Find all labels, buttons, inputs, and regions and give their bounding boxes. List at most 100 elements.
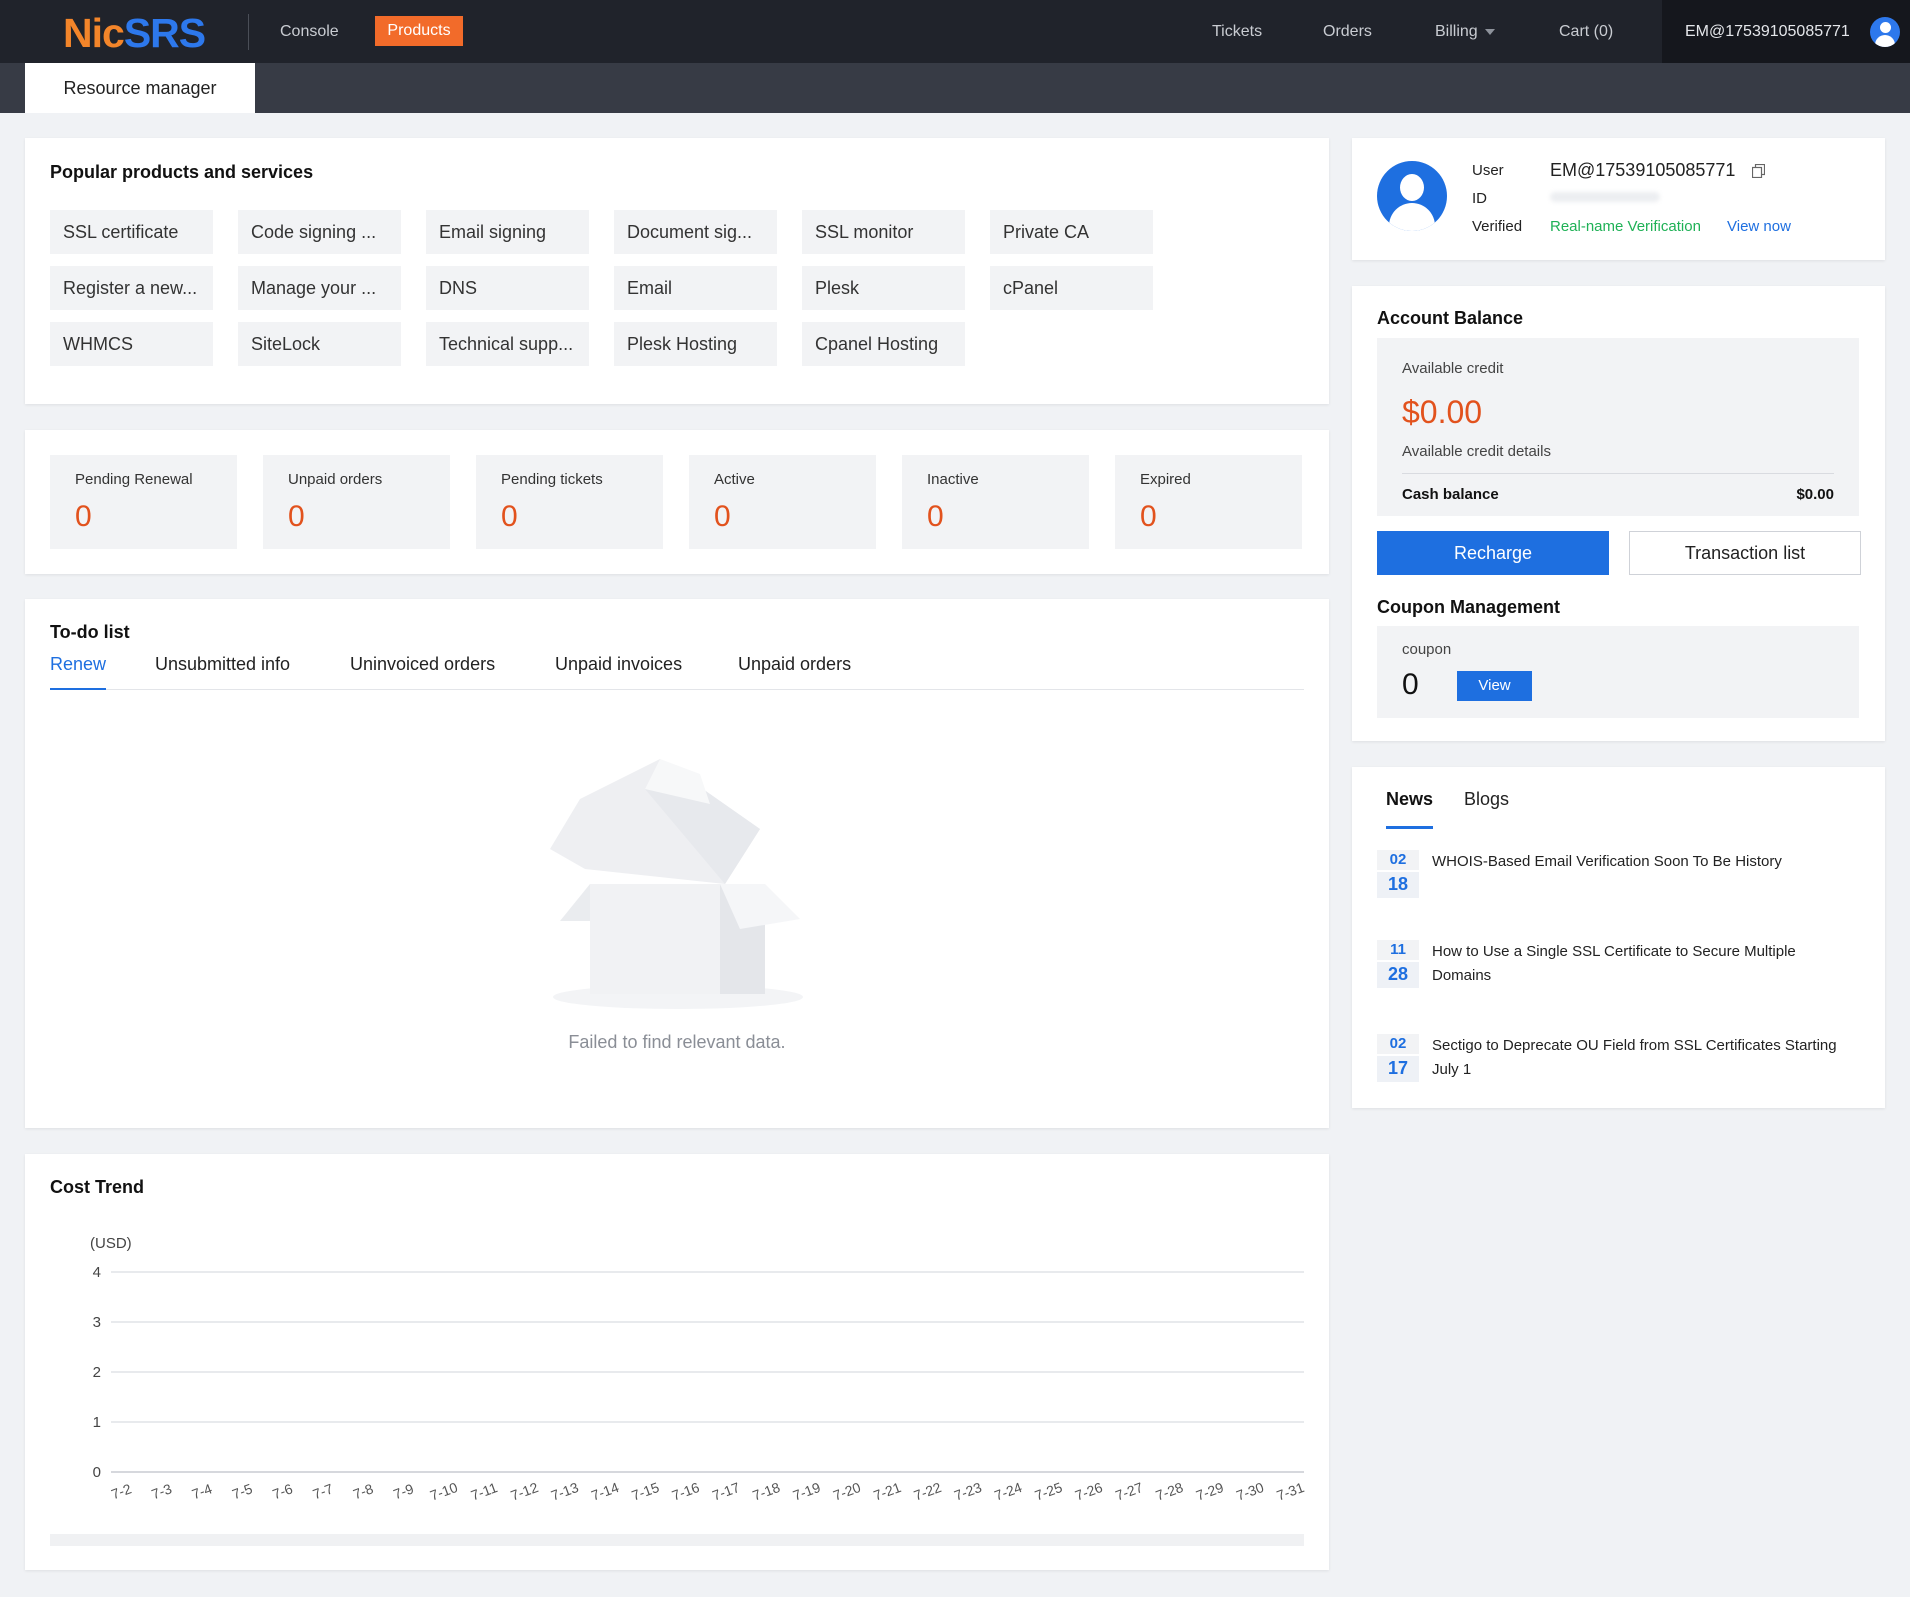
product-item[interactable]: WHMCS bbox=[50, 322, 213, 366]
chart-x-tick: 7-5 bbox=[230, 1480, 255, 1502]
account-balance-title: Account Balance bbox=[1377, 308, 1524, 328]
product-item[interactable]: Register a new... bbox=[50, 266, 213, 310]
chart-x-tick: 7-27 bbox=[1113, 1479, 1145, 1504]
product-item[interactable]: SSL monitor bbox=[802, 210, 965, 254]
chart-x-tick: 7-8 bbox=[351, 1480, 376, 1502]
product-item[interactable]: Private CA bbox=[990, 210, 1153, 254]
nav-billing[interactable]: Billing bbox=[1435, 0, 1495, 63]
product-item[interactable]: Email bbox=[614, 266, 777, 310]
chart-x-tick: 7-2 bbox=[109, 1480, 134, 1502]
todo-tab[interactable]: Renew bbox=[50, 654, 107, 690]
product-item[interactable]: SSL certificate bbox=[50, 210, 213, 254]
available-credit-details-link[interactable]: Available credit details bbox=[1402, 443, 1551, 460]
todo-tab[interactable]: Unpaid orders bbox=[738, 654, 851, 690]
balance-box: Available credit $0.00 Available credit … bbox=[1377, 338, 1859, 516]
nav-cart[interactable]: Cart (0) bbox=[1559, 0, 1613, 63]
product-item[interactable]: Plesk bbox=[802, 266, 965, 310]
product-item[interactable]: Technical supp... bbox=[426, 322, 589, 366]
todo-tab[interactable]: Unsubmitted info bbox=[155, 654, 290, 690]
nav-products[interactable]: Products bbox=[375, 16, 463, 46]
news-day: 28 bbox=[1377, 960, 1419, 988]
chart-x-tick: 7-31 bbox=[1274, 1479, 1306, 1504]
copy-icon[interactable] bbox=[1752, 164, 1765, 178]
chart-scrollbar[interactable] bbox=[50, 1534, 1304, 1546]
transaction-list-button[interactable]: Transaction list bbox=[1629, 531, 1861, 575]
user-email: EM@17539105085771 bbox=[1685, 23, 1850, 40]
stat-label: Active bbox=[714, 471, 755, 488]
nav-orders[interactable]: Orders bbox=[1323, 0, 1372, 63]
chart-x-tick: 7-10 bbox=[428, 1479, 460, 1504]
chart-x-tick: 7-4 bbox=[190, 1480, 215, 1502]
popular-products-card: Popular products and services SSL certif… bbox=[25, 138, 1329, 404]
stat-value: 0 bbox=[75, 500, 92, 533]
todo-tab[interactable]: Uninvoiced orders bbox=[350, 654, 495, 690]
stat-card[interactable]: Inactive 0 bbox=[902, 455, 1089, 549]
cost-trend-card: Cost Trend (USD) 0 1 2 3 4 7-2 7-3 7-4 7-5 7-6 7-7 7… bbox=[25, 1154, 1329, 1570]
stat-value: 0 bbox=[501, 500, 518, 533]
verification-status: Real-name Verification bbox=[1550, 218, 1701, 235]
news-date: 02 18 bbox=[1377, 850, 1419, 898]
recharge-button[interactable]: Recharge bbox=[1377, 531, 1609, 575]
profile-avatar-icon bbox=[1377, 161, 1447, 231]
chevron-down-icon bbox=[1484, 28, 1495, 35]
chart-y-tick: 0 bbox=[93, 1464, 101, 1481]
coupon-view-button[interactable]: View bbox=[1457, 671, 1532, 701]
stat-label: Pending Renewal bbox=[75, 471, 193, 488]
product-item[interactable]: DNS bbox=[426, 266, 589, 310]
news-date: 11 28 bbox=[1377, 940, 1419, 988]
chart-x-tick: 7-25 bbox=[1033, 1479, 1065, 1504]
nicsrs-logo[interactable]: NicSRS bbox=[63, 10, 206, 57]
stat-value: 0 bbox=[288, 500, 305, 533]
product-item[interactable]: cPanel bbox=[990, 266, 1153, 310]
chart-x-tick: 7-12 bbox=[508, 1479, 540, 1504]
nav-console[interactable]: Console bbox=[280, 0, 339, 63]
chart-x-tick: 7-23 bbox=[952, 1479, 984, 1504]
stat-label: Pending tickets bbox=[501, 471, 603, 488]
stat-card[interactable]: Pending Renewal 0 bbox=[50, 455, 237, 549]
chart-y-tick: 1 bbox=[93, 1414, 101, 1431]
tab-resource-manager[interactable]: Resource manager bbox=[25, 63, 255, 113]
chart-x-tick: 7-30 bbox=[1234, 1479, 1266, 1504]
stat-card[interactable]: Active 0 bbox=[689, 455, 876, 549]
nav-tickets[interactable]: Tickets bbox=[1212, 0, 1262, 63]
news-date: 02 17 bbox=[1377, 1034, 1419, 1082]
top-navbar: NicSRS Console Products Tickets Orders B… bbox=[0, 0, 1910, 63]
tab-blogs[interactable]: Blogs bbox=[1464, 789, 1509, 829]
stat-card[interactable]: Unpaid orders 0 bbox=[263, 455, 450, 549]
product-item[interactable]: Manage your ... bbox=[238, 266, 401, 310]
chart-x-tick: 7-26 bbox=[1073, 1479, 1105, 1504]
stat-value: 0 bbox=[714, 500, 731, 533]
account-balance-card: Account Balance Available credit $0.00 A… bbox=[1352, 286, 1885, 741]
chart-y-tick: 3 bbox=[93, 1314, 101, 1331]
chart-x-tick: 7-17 bbox=[710, 1479, 742, 1504]
status-summary-card: Pending Renewal 0 Unpaid orders 0 Pending ti… bbox=[25, 430, 1329, 574]
chart-x-tick: 7-21 bbox=[871, 1479, 903, 1504]
product-item[interactable]: Document sig... bbox=[614, 210, 777, 254]
divider bbox=[1402, 473, 1834, 474]
chart-x-tick: 7-24 bbox=[992, 1479, 1024, 1504]
product-item[interactable]: Code signing ... bbox=[238, 210, 401, 254]
stat-label: Expired bbox=[1140, 471, 1191, 488]
user-menu[interactable]: EM@17539105085771 bbox=[1662, 0, 1910, 63]
cash-balance-value: $0.00 bbox=[1796, 486, 1834, 503]
view-now-link[interactable]: View now bbox=[1727, 218, 1791, 235]
nav-divider bbox=[248, 14, 249, 50]
product-item[interactable]: Email signing bbox=[426, 210, 589, 254]
stat-card[interactable]: Pending tickets 0 bbox=[476, 455, 663, 549]
stat-value: 0 bbox=[1140, 500, 1157, 533]
sub-navbar: Resource manager bbox=[0, 63, 1910, 113]
news-card: News Blogs 02 18 WHOIS-Based Email Verific… bbox=[1352, 767, 1885, 1108]
cash-balance-label: Cash balance bbox=[1402, 486, 1499, 503]
stat-card[interactable]: Expired 0 bbox=[1115, 455, 1302, 549]
cost-trend-chart: (USD) 0 1 2 3 4 7-2 7-3 7-4 7-5 7-6 7-7 7-8 7-9 7-10 7-… bbox=[90, 1235, 1306, 1504]
available-credit-value: $0.00 bbox=[1402, 394, 1483, 430]
chart-x-tick: 7-16 bbox=[670, 1479, 702, 1504]
chart-y-tick: 4 bbox=[93, 1264, 101, 1281]
chart-x-tick: 7-6 bbox=[270, 1480, 295, 1502]
product-item[interactable]: Cpanel Hosting bbox=[802, 322, 965, 366]
product-item[interactable]: Plesk Hosting bbox=[614, 322, 777, 366]
todo-tab[interactable]: Unpaid invoices bbox=[555, 654, 682, 690]
tab-news[interactable]: News bbox=[1386, 789, 1434, 829]
chart-x-tick: 7-22 bbox=[912, 1479, 944, 1504]
product-item[interactable]: SiteLock bbox=[238, 322, 401, 366]
